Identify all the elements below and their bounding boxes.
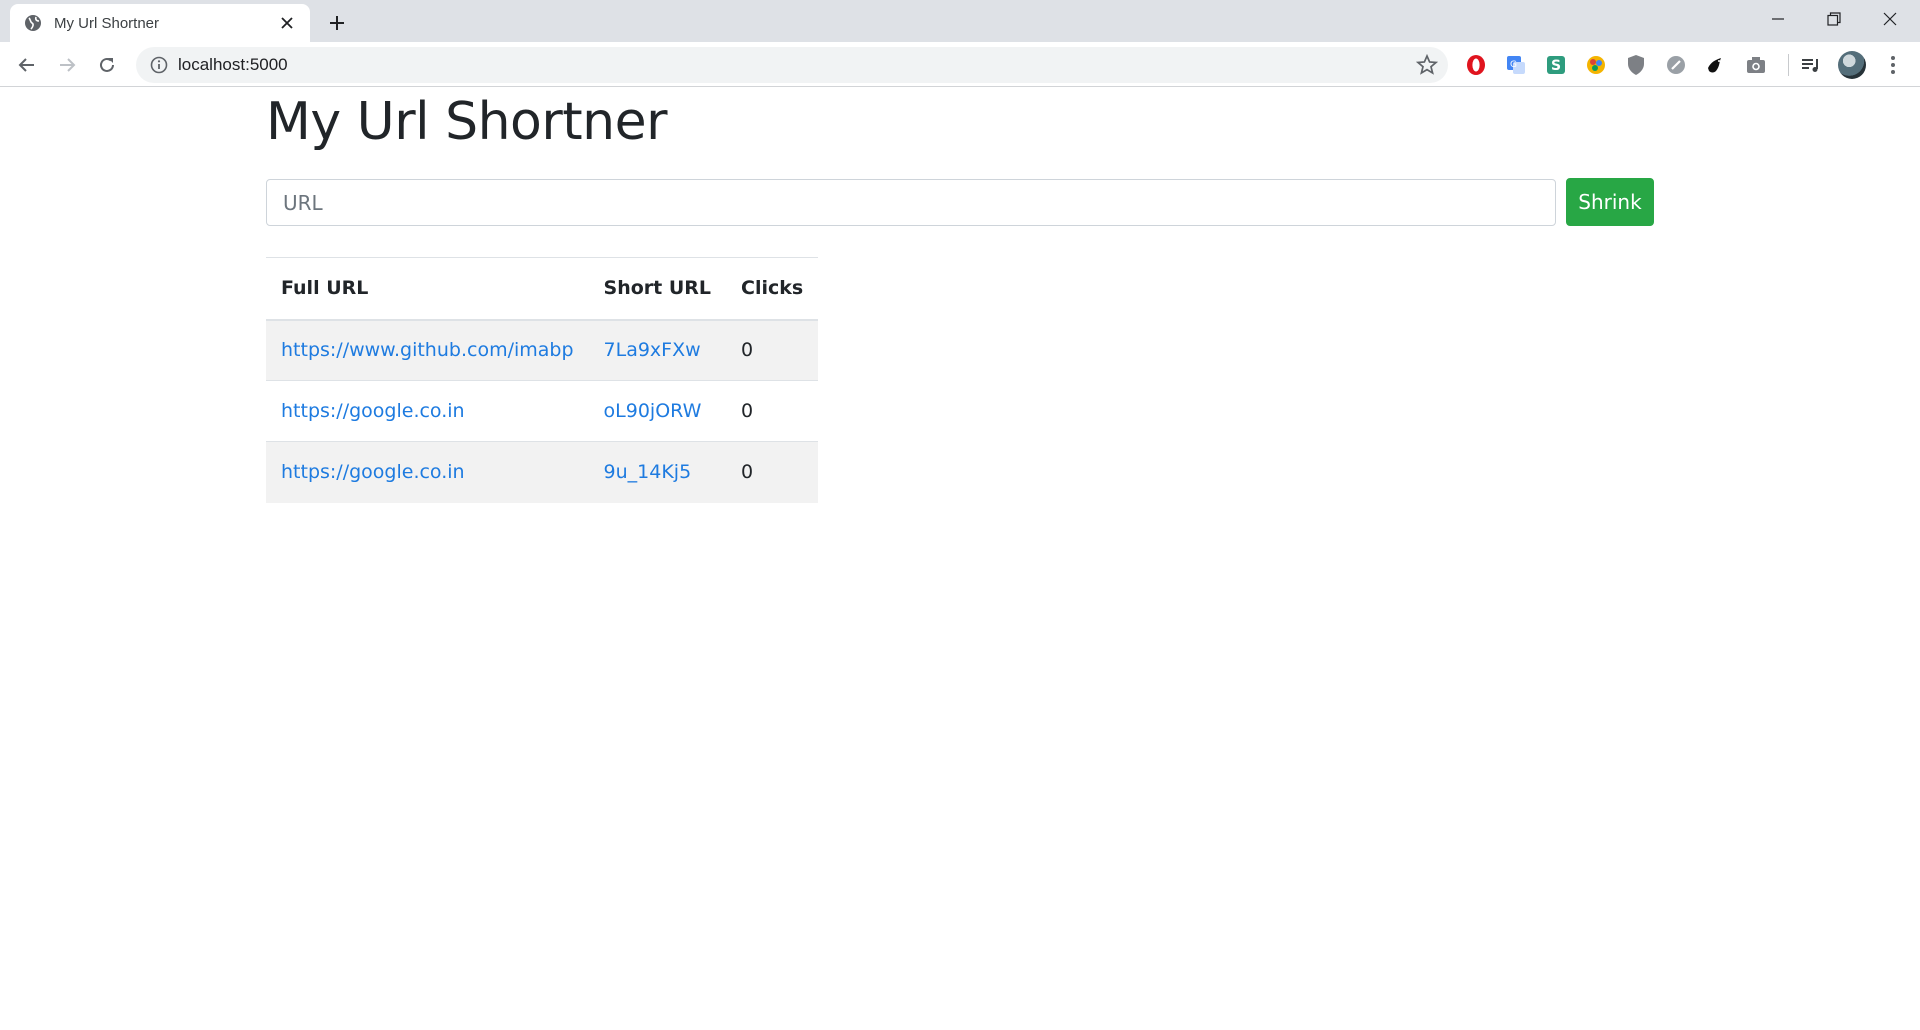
svg-text:G: G: [1510, 60, 1517, 70]
url-input[interactable]: [266, 179, 1556, 226]
back-button[interactable]: [10, 48, 44, 82]
clicks-count: 0: [726, 319, 819, 381]
media-controls-icon[interactable]: [1798, 52, 1824, 78]
minimize-icon: [1772, 18, 1784, 20]
arrow-right-icon: [60, 58, 76, 72]
page-content: My Url Shortner Shrink Full URL Short UR…: [0, 88, 1920, 1030]
table-header-row: Full URL Short URL Clicks: [266, 257, 819, 321]
page-title: My Url Shortner: [266, 92, 667, 152]
profile-avatar[interactable]: [1838, 51, 1866, 79]
browser-tab[interactable]: My Url Shortner: [10, 4, 310, 42]
table-row: https://google.co.in oL90jORW 0: [266, 380, 819, 442]
reload-button[interactable]: [90, 48, 124, 82]
header-clicks: Clicks: [726, 257, 819, 321]
minimize-window-button[interactable]: [1750, 0, 1806, 38]
shrink-button[interactable]: Shrink: [1566, 178, 1654, 226]
svg-text:S: S: [1551, 58, 1561, 74]
camera-icon[interactable]: [1743, 52, 1769, 78]
urls-table: Full URL Short URL Clicks https://www.gi…: [266, 257, 819, 503]
globe-icon: [24, 14, 42, 32]
full-url-link[interactable]: https://www.github.com/imabp: [281, 339, 574, 361]
bookmark-star-icon[interactable]: [1416, 54, 1438, 76]
browser-toolbar: localhost:5000 G S: [0, 42, 1920, 87]
clicks-count: 0: [726, 380, 819, 442]
browser-tab-strip: My Url Shortner: [0, 0, 1920, 42]
table-row: https://www.github.com/imabp 7La9xFXw 0: [266, 319, 819, 381]
opera-icon[interactable]: [1463, 52, 1489, 78]
header-short-url: Short URL: [588, 257, 727, 321]
close-window-button[interactable]: [1862, 0, 1918, 38]
shield-icon[interactable]: [1623, 52, 1649, 78]
restore-icon: [1827, 12, 1841, 26]
forward-button[interactable]: [50, 48, 84, 82]
more-menu-icon[interactable]: [1880, 52, 1906, 78]
short-url-link[interactable]: oL90jORW: [604, 400, 702, 422]
arrow-left-icon: [18, 58, 34, 72]
reload-icon: [100, 57, 114, 72]
bird-icon[interactable]: [1703, 52, 1729, 78]
info-icon: [150, 56, 168, 74]
header-full-url: Full URL: [266, 257, 589, 321]
address-bar[interactable]: localhost:5000: [136, 47, 1448, 83]
address-text: localhost:5000: [178, 55, 288, 74]
clicks-count: 0: [726, 441, 819, 503]
restore-window-button[interactable]: [1806, 0, 1862, 38]
close-tab-icon[interactable]: [276, 12, 298, 34]
speed-icon[interactable]: [1663, 52, 1689, 78]
colorful-extension-icon[interactable]: [1583, 52, 1609, 78]
new-tab-button[interactable]: [322, 8, 352, 38]
google-translate-icon[interactable]: G: [1503, 52, 1529, 78]
full-url-link[interactable]: https://google.co.in: [281, 461, 465, 483]
plus-icon: [330, 16, 344, 30]
table-row: https://google.co.in 9u_14Kj5 0: [266, 441, 819, 503]
full-url-link[interactable]: https://google.co.in: [281, 400, 465, 422]
short-url-link[interactable]: 9u_14Kj5: [604, 461, 692, 483]
short-url-link[interactable]: 7La9xFXw: [604, 339, 701, 361]
close-icon: [1883, 12, 1897, 26]
tab-title: My Url Shortner: [54, 14, 160, 32]
s-extension-icon[interactable]: S: [1543, 52, 1569, 78]
toolbar-divider: [1788, 54, 1789, 76]
